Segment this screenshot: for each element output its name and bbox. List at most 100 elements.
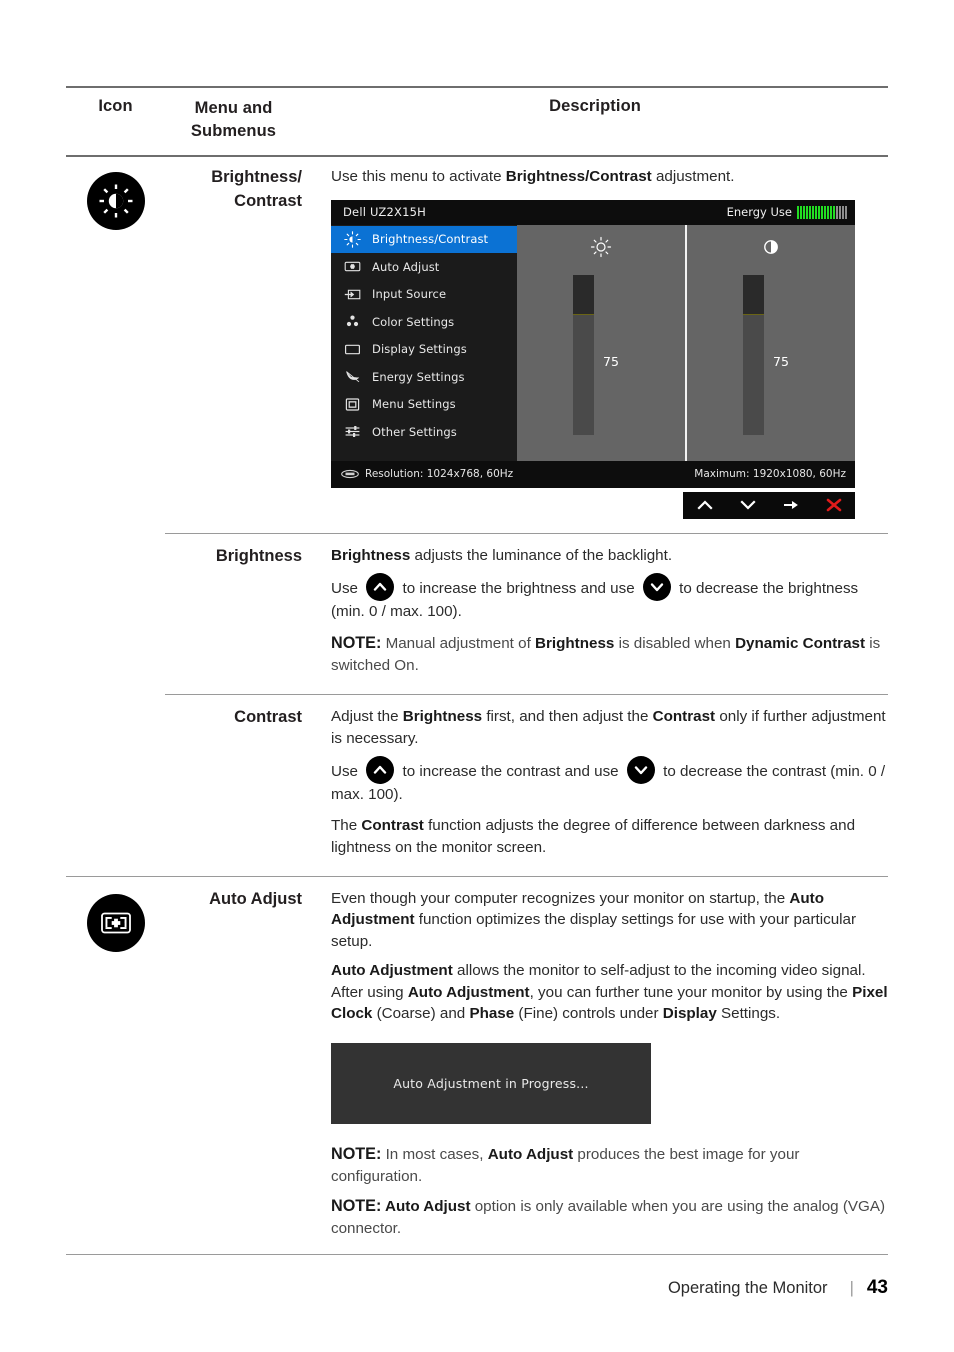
contrast-p3: The Contrast function adjusts the degree… bbox=[331, 815, 888, 858]
osd-menu-list: Brightness/Contrast Auto Adjust Input Sour… bbox=[331, 224, 517, 461]
brightness-p2: Use to increase the brightness and use t… bbox=[331, 573, 888, 623]
brightness-use-word: Use bbox=[331, 580, 359, 598]
osd-menu-item-energy-settings[interactable]: Energy Settings bbox=[331, 363, 517, 391]
auto-adjust-note1-label: NOTE: bbox=[331, 1145, 382, 1164]
header-description: Description bbox=[549, 97, 641, 115]
osd-menu-item-menu-settings[interactable]: Menu Settings bbox=[331, 391, 517, 419]
footer-chapter: Operating the Monitor bbox=[667, 1279, 828, 1297]
osd-menu-item-label: Brightness/Contrast bbox=[372, 232, 489, 247]
osd-brightness-pane: 75 bbox=[517, 225, 685, 461]
intro-bold: Brightness/Contrast bbox=[505, 167, 652, 185]
osd-menu-item-label: Other Settings bbox=[372, 424, 457, 439]
nav-exit-button[interactable] bbox=[814, 497, 854, 513]
auto-adjust-p2-b4: Phase bbox=[469, 1005, 515, 1023]
menu-label-auto-adjust: Auto Adjust bbox=[209, 889, 302, 908]
energy-bar-on bbox=[818, 205, 820, 219]
osd-menu-item-brightness-contrast[interactable]: Brightness/Contrast bbox=[331, 225, 517, 254]
osd-menu-item-other-settings[interactable]: Other Settings bbox=[331, 418, 517, 446]
contrast-p1-b2: Contrast bbox=[652, 707, 716, 725]
energy-bar-on bbox=[812, 205, 814, 219]
osd-menu-item-display-settings[interactable]: Display Settings bbox=[331, 336, 517, 364]
osd-energy-use: Energy Use bbox=[727, 204, 847, 220]
energy-leaf-icon bbox=[341, 368, 364, 385]
energy-bar-on bbox=[809, 205, 811, 219]
osd-brightness-slider[interactable] bbox=[573, 274, 594, 435]
sun-icon bbox=[517, 236, 685, 258]
input-source-arrow-icon bbox=[341, 286, 364, 303]
brightness-p1: Brightness adjusts the luminance of the … bbox=[331, 545, 888, 567]
energy-bar-on bbox=[815, 205, 817, 219]
contrast-p3-b: Contrast bbox=[361, 817, 424, 835]
auto-adjust-note1-b: Auto Adjust bbox=[487, 1146, 574, 1164]
osd-menu-item-auto-adjust[interactable]: Auto Adjust bbox=[331, 253, 517, 281]
energy-bar-on bbox=[797, 205, 799, 219]
osd-energy-bar-meter bbox=[797, 205, 847, 219]
energy-bar-on bbox=[830, 205, 832, 219]
osd-menu-item-label: Energy Settings bbox=[372, 369, 465, 384]
sun-brightness-icon bbox=[341, 231, 364, 248]
nav-enter-button[interactable] bbox=[771, 498, 811, 512]
energy-bar-off bbox=[842, 205, 844, 219]
osd-maximum-text: Maximum: 1920x1080, 60Hz bbox=[694, 467, 846, 480]
osd-menu-item-label: Menu Settings bbox=[372, 397, 456, 412]
row-auto-adjust: Auto Adjust Even though your computer re… bbox=[66, 877, 888, 1254]
brightness-contrast-intro: Use this menu to activate Brightness/Con… bbox=[331, 166, 888, 188]
nav-down-button[interactable] bbox=[728, 498, 768, 512]
up-chevron-icon[interactable] bbox=[366, 756, 395, 785]
color-dots-icon bbox=[341, 313, 364, 330]
osd-energy-label: Energy Use bbox=[726, 204, 792, 219]
brightness-contrast-icon bbox=[86, 171, 145, 230]
page-number: 43 bbox=[866, 1277, 888, 1298]
footer-separator: | bbox=[849, 1279, 854, 1297]
auto-adjust-box-icon bbox=[341, 258, 364, 275]
auto-adjustment-progress-dialog: Auto Adjustment in Progress... bbox=[331, 1043, 651, 1125]
osd-menu-item-label: Display Settings bbox=[372, 342, 467, 357]
brightness-note-b1: Brightness bbox=[535, 635, 615, 653]
osd-contrast-pane: 75 bbox=[685, 224, 855, 461]
intro-post: adjustment. bbox=[651, 167, 735, 185]
energy-bar-on bbox=[824, 205, 826, 219]
osd-titlebar: Dell UZ2X15H Energy Use bbox=[331, 199, 855, 225]
osd-menu-item-input-source[interactable]: Input Source bbox=[331, 281, 517, 309]
osd-contrast-slider[interactable] bbox=[743, 274, 764, 435]
brightness-p1-bold: Brightness bbox=[331, 546, 411, 564]
auto-adjust-note2-label: NOTE: bbox=[331, 1196, 382, 1215]
auto-adjust-p1-a: Even though your computer recognizes you… bbox=[331, 889, 790, 907]
osd-brightness-value: 75 bbox=[603, 353, 619, 369]
resolution-icon bbox=[341, 469, 359, 479]
osd-value-panes: 75 75 bbox=[517, 224, 855, 461]
brightness-mid-text: to increase the brightness and use bbox=[402, 580, 635, 598]
header-icon: Icon bbox=[98, 97, 133, 115]
auto-adjust-note2-b: Auto Adjust bbox=[381, 1197, 471, 1215]
intro-pre: Use this menu to activate bbox=[331, 167, 506, 185]
contrast-p2: Use to increase the contrast and use to … bbox=[331, 756, 888, 806]
auto-adjust-icon bbox=[86, 893, 145, 952]
contrast-mid-text: to increase the contrast and use bbox=[402, 763, 619, 781]
table-bottom-rule bbox=[66, 1253, 888, 1255]
header-menu-line2: Submenus bbox=[190, 122, 277, 141]
auto-adjust-p2-b1: Auto Adjustment bbox=[331, 961, 453, 979]
up-chevron-icon[interactable] bbox=[366, 573, 395, 602]
osd-body: Brightness/Contrast Auto Adjust Input Sour… bbox=[331, 224, 855, 461]
brightness-note-c: is disabled when bbox=[614, 635, 736, 653]
osd-options-table: Icon Menu and Submenus Description Brigh… bbox=[66, 86, 888, 1255]
energy-bar-on bbox=[800, 205, 802, 219]
brightness-note-label: NOTE: bbox=[331, 634, 382, 653]
menu-panel-icon bbox=[341, 396, 364, 413]
osd-menu-screenshot: Dell UZ2X15H Energy Use Brightness/Contr… bbox=[331, 199, 855, 519]
nav-up-button[interactable] bbox=[685, 498, 725, 512]
osd-statusbar: Resolution: 1024x768, 60Hz Maximum: 1920… bbox=[331, 460, 855, 488]
menu-label-brightness: Brightness bbox=[215, 546, 302, 565]
auto-adjust-p2-f: Settings. bbox=[716, 1005, 781, 1023]
contrast-p1-c: first, and then adjust the bbox=[482, 707, 653, 725]
osd-menu-item-color-settings[interactable]: Color Settings bbox=[331, 308, 517, 336]
energy-bar-off bbox=[836, 205, 838, 219]
osd-nav-buttons bbox=[683, 491, 855, 519]
contrast-p3-a: The bbox=[331, 817, 362, 835]
auto-adjust-p2-e: (Fine) controls under bbox=[514, 1005, 663, 1023]
half-circle-contrast-icon bbox=[687, 236, 855, 258]
down-chevron-icon[interactable] bbox=[626, 756, 655, 785]
down-chevron-icon[interactable] bbox=[642, 573, 671, 602]
osd-menu-item-label: Color Settings bbox=[372, 314, 455, 329]
osd-menu-item-label: Input Source bbox=[372, 287, 447, 302]
